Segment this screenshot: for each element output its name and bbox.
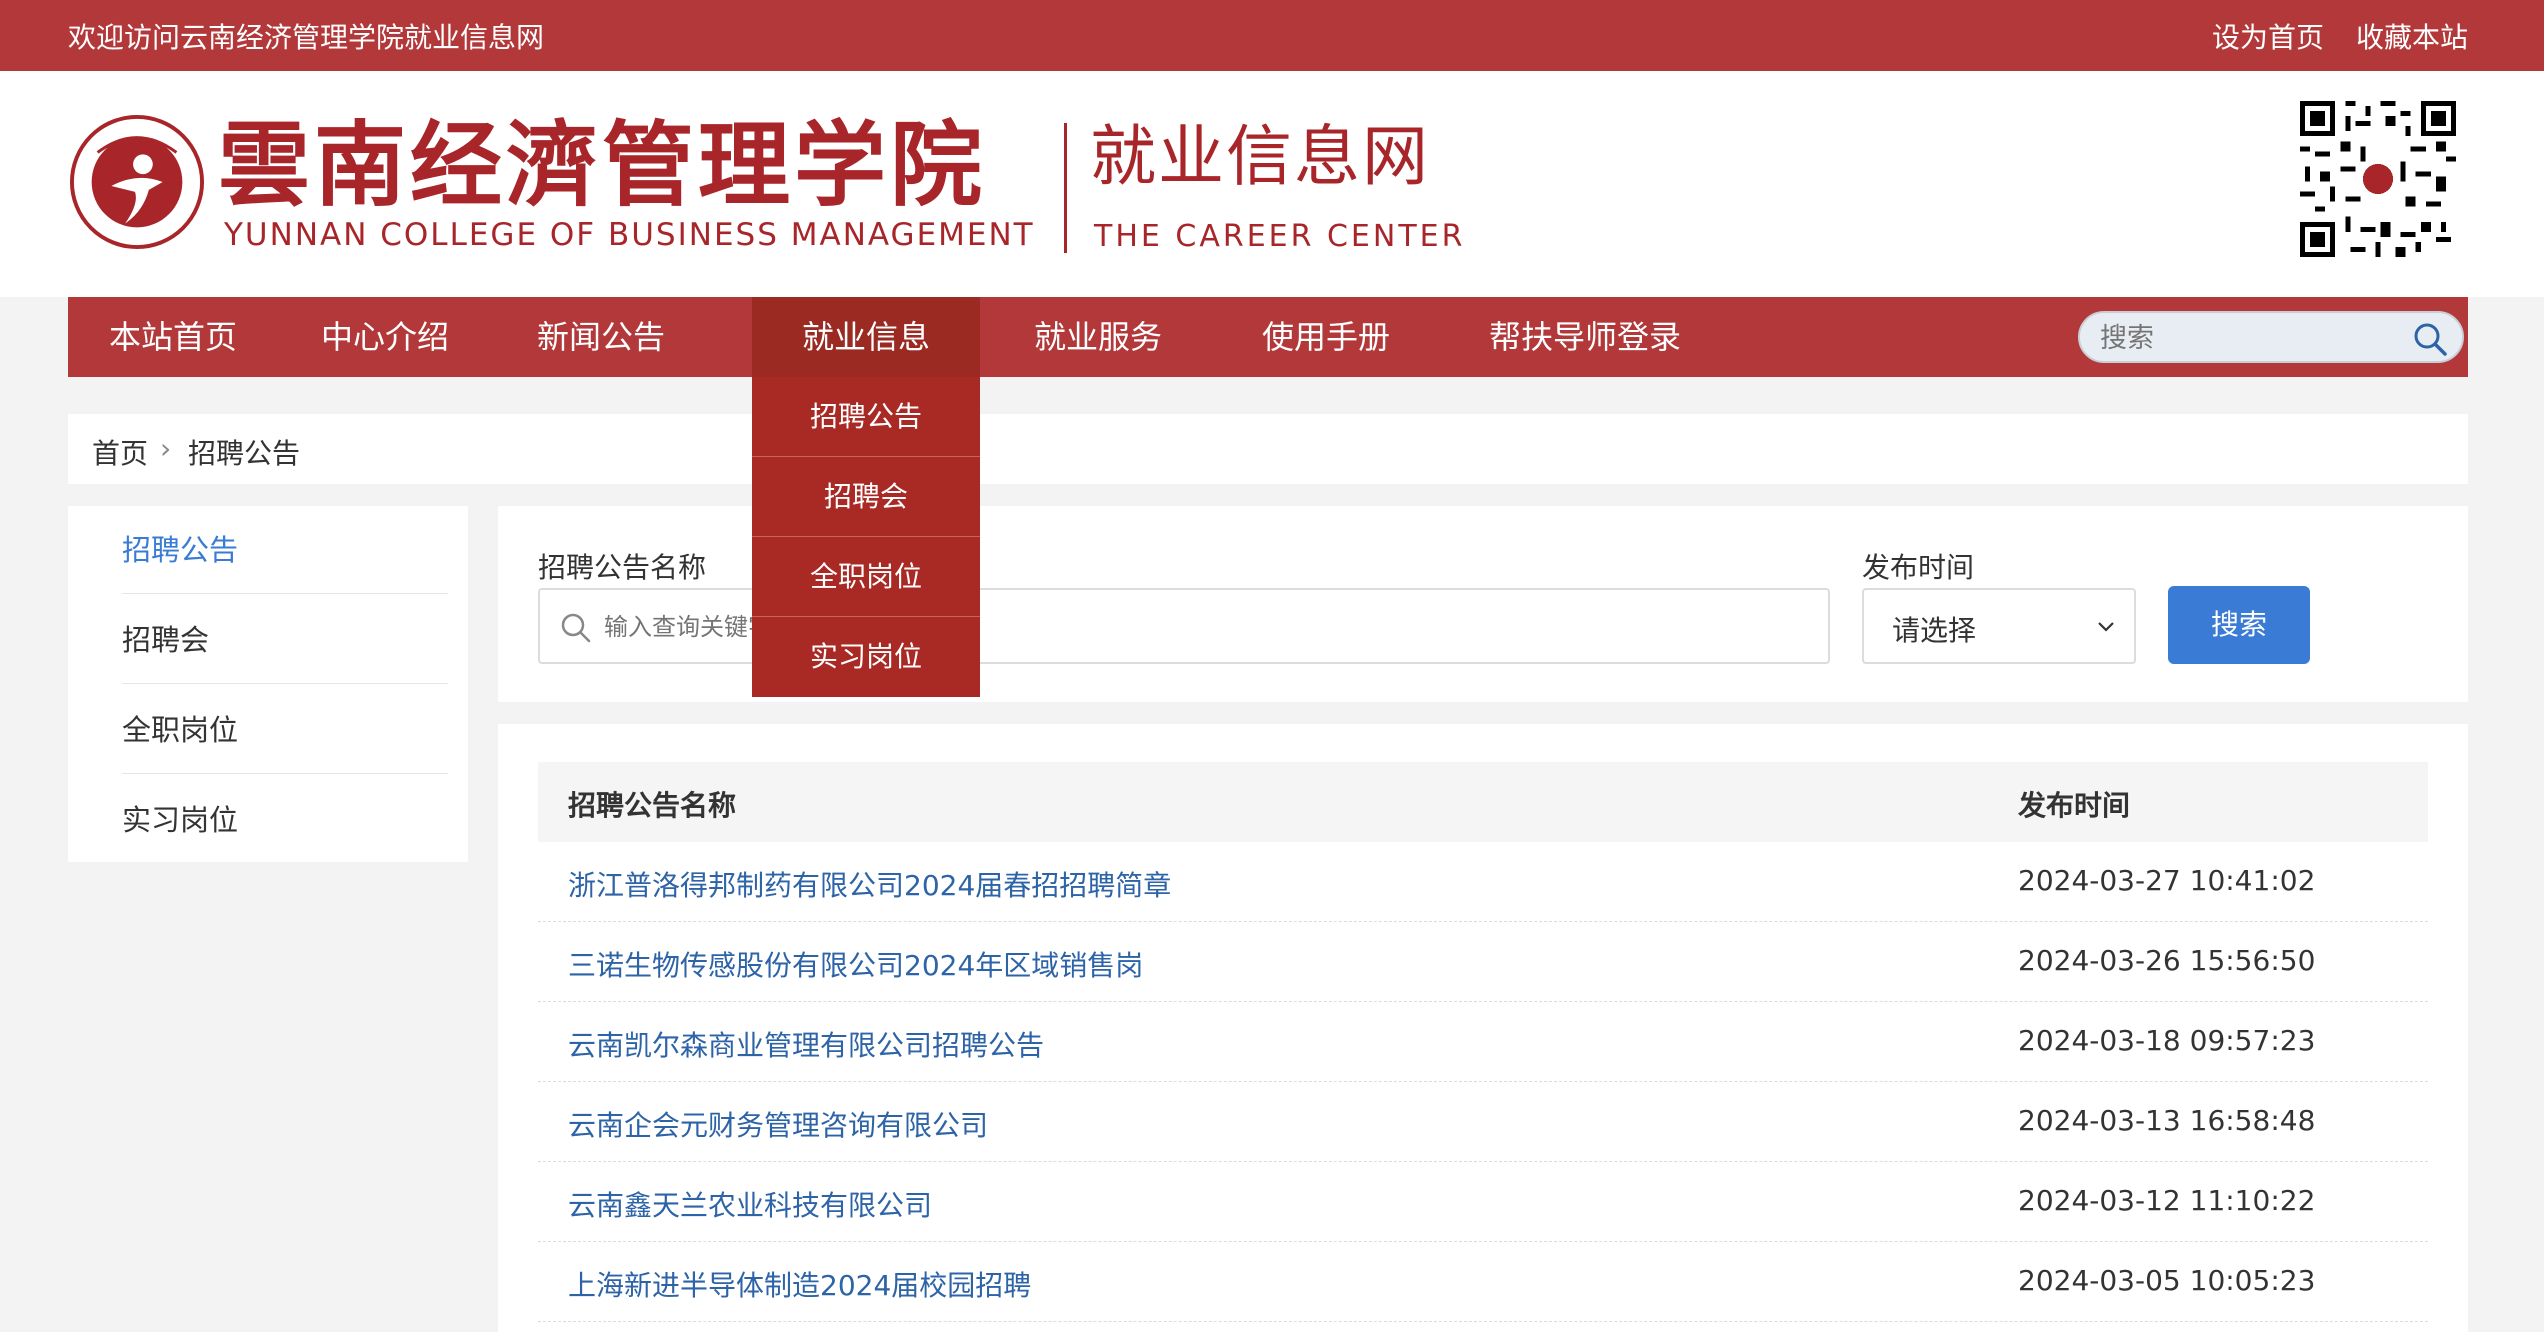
- college-name-en: YUNNAN COLLEGE OF BUSINESS MANAGEMENT: [224, 217, 1035, 253]
- time-filter-value: 请选择: [1892, 614, 1977, 647]
- notice-publish-time: 2024-03-27 10:41:02: [2018, 864, 2316, 897]
- table-row: 上海新进半导体制造2024届校园招聘 2024-03-05 10:05:23: [538, 1242, 2428, 1322]
- search-icon: [561, 613, 591, 643]
- nav-search: [2078, 311, 2464, 363]
- nav-item-mentor-login[interactable]: 帮扶导师登录: [1440, 297, 1730, 377]
- notice-publish-time: 2024-03-05 10:05:23: [2018, 1264, 2316, 1297]
- search-icon[interactable]: [2412, 321, 2448, 357]
- notice-title-link[interactable]: 上海新进半导体制造2024届校园招聘: [568, 1264, 1031, 1304]
- nav-item-news[interactable]: 新闻公告: [496, 297, 706, 377]
- sidebar-item-fulltime[interactable]: 全职岗位: [122, 686, 448, 774]
- site-name-cn: 就业信息网: [1090, 118, 1430, 195]
- set-home-link[interactable]: 设为首页: [2212, 16, 2324, 56]
- site-name-en: THE CAREER CENTER: [1094, 219, 1466, 254]
- time-filter-label: 发布时间: [1862, 551, 1975, 584]
- college-name-cn: 雲南经濟管理学院: [218, 111, 987, 219]
- notice-publish-time: 2024-03-26 15:56:50: [2018, 944, 2316, 977]
- nav-item-manual[interactable]: 使用手册: [1212, 297, 1440, 377]
- chevron-down-icon: [2098, 622, 2114, 632]
- results-table: 招聘公告名称 发布时间 浙江普洛得邦制药有限公司2024届春招招聘简章 2024…: [498, 724, 2468, 1332]
- table-row: 云南凯尔森商业管理有限公司招聘公告 2024-03-18 09:57:23: [538, 1002, 2428, 1082]
- notice-title-link[interactable]: 浙江普洛得邦制药有限公司2024届春招招聘简章: [568, 864, 1171, 904]
- notice-title-link[interactable]: 云南企会元财务管理咨询有限公司: [568, 1104, 988, 1144]
- main-nav: 本站首页 中心介绍 新闻公告 就业信息 就业服务 使用手册 帮扶导师登录: [68, 297, 2468, 377]
- header-divider: [1064, 123, 1067, 253]
- notice-title-link[interactable]: 三诺生物传感股份有限公司2024年区域销售岗: [568, 944, 1143, 984]
- sidebar: 招聘公告 招聘会 全职岗位 实习岗位: [68, 506, 468, 862]
- breadcrumb-separator-icon: ›: [160, 432, 172, 465]
- nav-item-employment-info[interactable]: 就业信息: [752, 297, 980, 377]
- bookmark-link[interactable]: 收藏本站: [2356, 16, 2468, 56]
- nav-item-home[interactable]: 本站首页: [68, 297, 278, 377]
- sidebar-item-internship[interactable]: 实习岗位: [122, 776, 448, 864]
- top-bar: 欢迎访问云南经济管理学院就业信息网 设为首页 收藏本站: [0, 0, 2544, 71]
- column-header-time: 发布时间: [2018, 789, 2131, 822]
- dropdown-item-recruitment-notice[interactable]: 招聘公告: [752, 377, 980, 457]
- table-row: 云南鑫天兰农业科技有限公司 2024-03-12 11:10:22: [538, 1162, 2428, 1242]
- breadcrumb-home[interactable]: 首页: [92, 432, 148, 472]
- notice-publish-time: 2024-03-18 09:57:23: [2018, 1024, 2316, 1057]
- column-header-name: 招聘公告名称: [568, 789, 737, 822]
- college-emblem-icon: [69, 114, 205, 250]
- dropdown-item-internship[interactable]: 实习岗位: [752, 617, 980, 697]
- breadcrumb: 首页 › 招聘公告: [68, 414, 2468, 484]
- table-row: 云南企会元财务管理咨询有限公司 2024-03-13 16:58:48: [538, 1082, 2428, 1162]
- welcome-text: 欢迎访问云南经济管理学院就业信息网: [68, 21, 545, 54]
- nav-item-employment-service[interactable]: 就业服务: [984, 297, 1212, 377]
- site-header: 雲南经濟管理学院 YUNNAN COLLEGE OF BUSINESS MANA…: [0, 71, 2544, 297]
- dropdown-item-fulltime[interactable]: 全职岗位: [752, 537, 980, 617]
- nav-item-about[interactable]: 中心介绍: [280, 297, 490, 377]
- notice-title-link[interactable]: 云南鑫天兰农业科技有限公司: [568, 1184, 932, 1224]
- name-filter-label: 招聘公告名称: [538, 551, 707, 584]
- nav-search-input[interactable]: [2100, 321, 2400, 355]
- notice-publish-time: 2024-03-13 16:58:48: [2018, 1104, 2316, 1137]
- table-header: 招聘公告名称 发布时间: [538, 762, 2428, 842]
- search-button[interactable]: 搜索: [2168, 586, 2310, 664]
- sidebar-item-recruitment-notice[interactable]: 招聘公告: [122, 506, 448, 594]
- breadcrumb-current: 招聘公告: [188, 437, 301, 470]
- time-filter-select[interactable]: 请选择: [1862, 588, 2136, 664]
- table-row: 三诺生物传感股份有限公司2024年区域销售岗 2024-03-26 15:56:…: [538, 922, 2428, 1002]
- employment-info-dropdown: 招聘公告 招聘会 全职岗位 实习岗位: [752, 377, 980, 697]
- notice-title-link[interactable]: 云南凯尔森商业管理有限公司招聘公告: [568, 1024, 1044, 1064]
- sidebar-item-job-fair[interactable]: 招聘会: [122, 596, 448, 684]
- table-row: 浙江普洛得邦制药有限公司2024届春招招聘简章 2024-03-27 10:41…: [538, 842, 2428, 922]
- name-filter-field: [538, 588, 1830, 664]
- notice-publish-time: 2024-03-12 11:10:22: [2018, 1184, 2316, 1217]
- dropdown-item-job-fair[interactable]: 招聘会: [752, 457, 980, 537]
- top-links: 设为首页 收藏本站: [2212, 16, 2468, 56]
- qr-code-icon: [2300, 101, 2456, 257]
